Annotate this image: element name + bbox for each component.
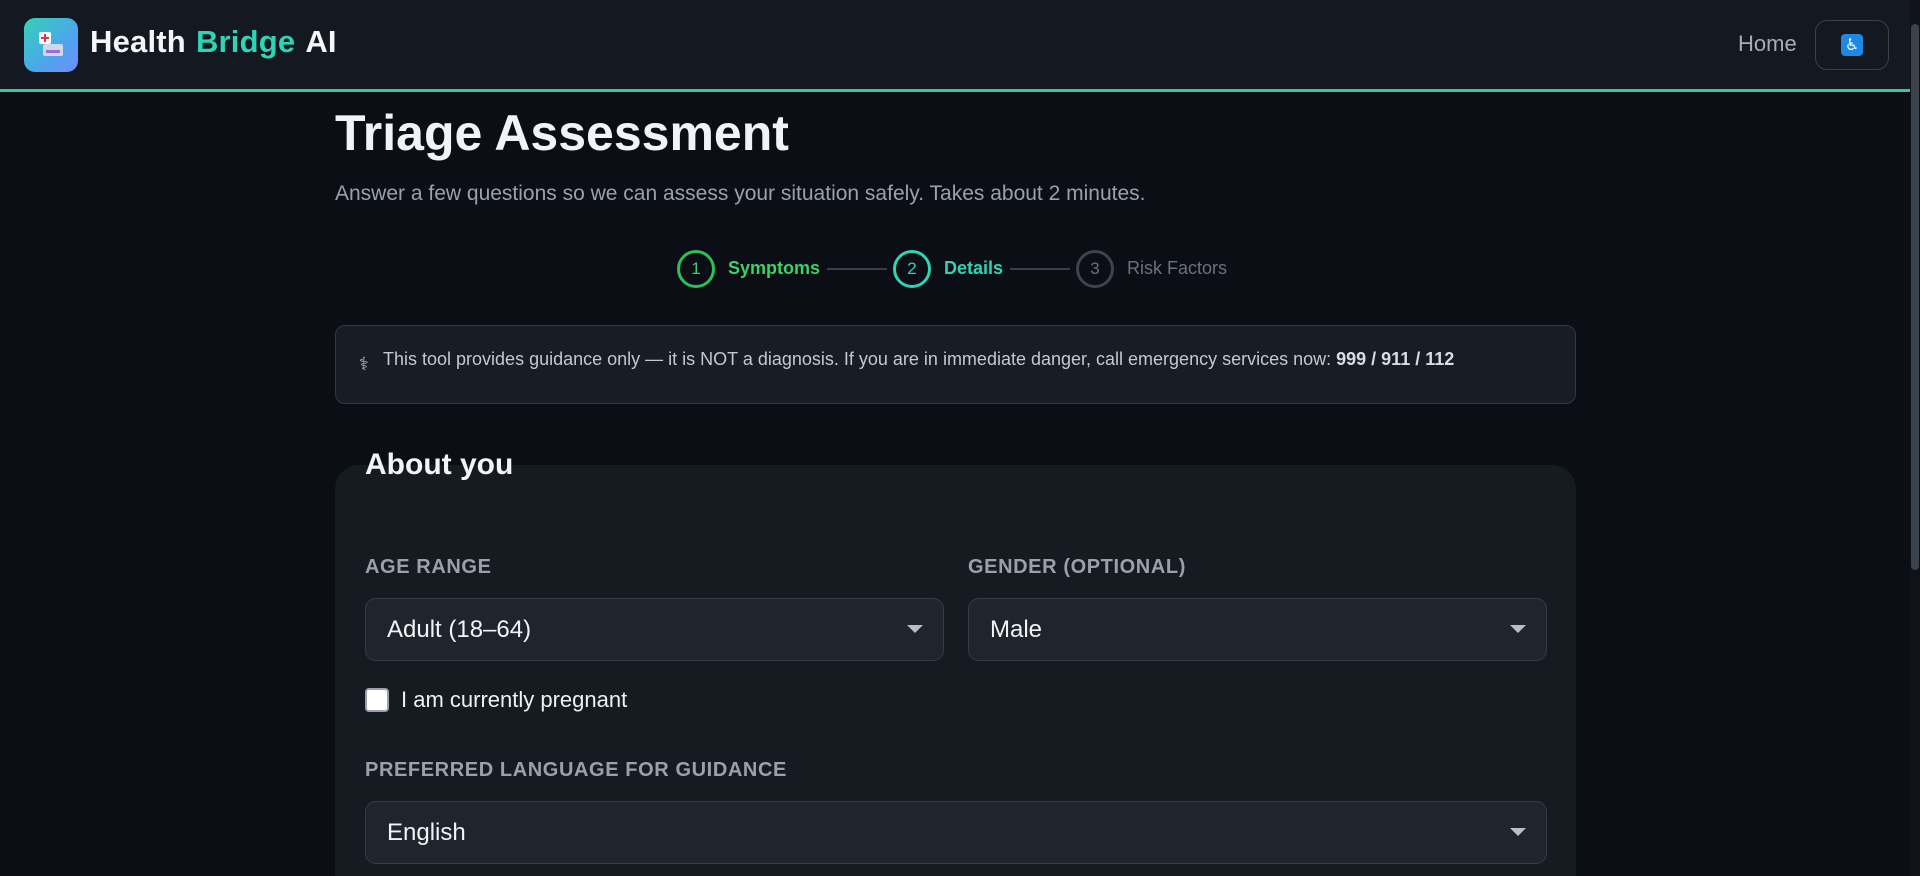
step-1-circle: 1 (677, 250, 715, 288)
disclaimer-banner: ⚕ This tool provides guidance only — it … (335, 325, 1576, 404)
language-label: PREFERRED LANGUAGE FOR GUIDANCE (365, 759, 787, 781)
age-range-label: AGE RANGE (365, 556, 492, 578)
brand-word-bridge: Bridge (195, 24, 296, 59)
logo-glyph (39, 32, 63, 58)
chevron-down-icon (1510, 625, 1526, 633)
accessibility-button[interactable]: ♿ (1815, 20, 1889, 70)
emergency-numbers: 999 / 911 / 112 (1336, 349, 1455, 369)
medical-cross-icon (39, 32, 51, 44)
pregnant-checkbox[interactable] (365, 688, 389, 712)
nav-home-link[interactable]: Home (1738, 31, 1797, 57)
bed-icon (43, 44, 63, 56)
step-2-circle: 2 (893, 250, 931, 288)
step-3-label: Risk Factors (1127, 258, 1228, 278)
disclaimer-text: This tool provides guidance only — it is… (383, 349, 1454, 370)
chevron-down-icon (907, 625, 923, 633)
scrollbar-thumb[interactable] (1911, 24, 1919, 570)
pregnant-checkbox-row[interactable]: I am currently pregnant (365, 687, 627, 713)
hospital-bed-icon[interactable] (24, 18, 78, 72)
medical-caduceus-icon: ⚕ (359, 354, 369, 375)
step-2-label: Details (944, 258, 1004, 278)
gender-value: Male (990, 615, 1043, 643)
brand-word-ai: AI (305, 24, 337, 59)
step-3-circle: 3 (1076, 250, 1114, 288)
step-connector (1010, 268, 1070, 270)
page-subtitle: Answer a few questions so we can assess … (335, 182, 1146, 205)
section-title: About you (365, 448, 514, 481)
gender-label: GENDER (OPTIONAL) (968, 556, 1186, 578)
step-1-label: Symptoms (728, 258, 821, 278)
chevron-down-icon (1510, 828, 1526, 836)
pregnant-checkbox-label[interactable]: I am currently pregnant (401, 687, 627, 713)
language-select[interactable]: English (365, 801, 1547, 864)
language-value: English (387, 818, 466, 846)
page-title: Triage Assessment (335, 105, 789, 161)
step-connector (827, 268, 887, 270)
disclaimer-message: This tool provides guidance only — it is… (383, 349, 1337, 369)
age-range-select[interactable]: Adult (18–64) (365, 598, 944, 661)
brand-word-health: Health (90, 24, 186, 59)
brand-name[interactable]: Health Bridge AI (90, 24, 337, 60)
age-range-value: Adult (18–64) (387, 615, 532, 643)
wheelchair-accessibility-icon: ♿ (1841, 34, 1863, 56)
gender-select[interactable]: Male (968, 598, 1547, 661)
top-navigation-bar: Health Bridge AI Home ♿ (0, 0, 1910, 92)
